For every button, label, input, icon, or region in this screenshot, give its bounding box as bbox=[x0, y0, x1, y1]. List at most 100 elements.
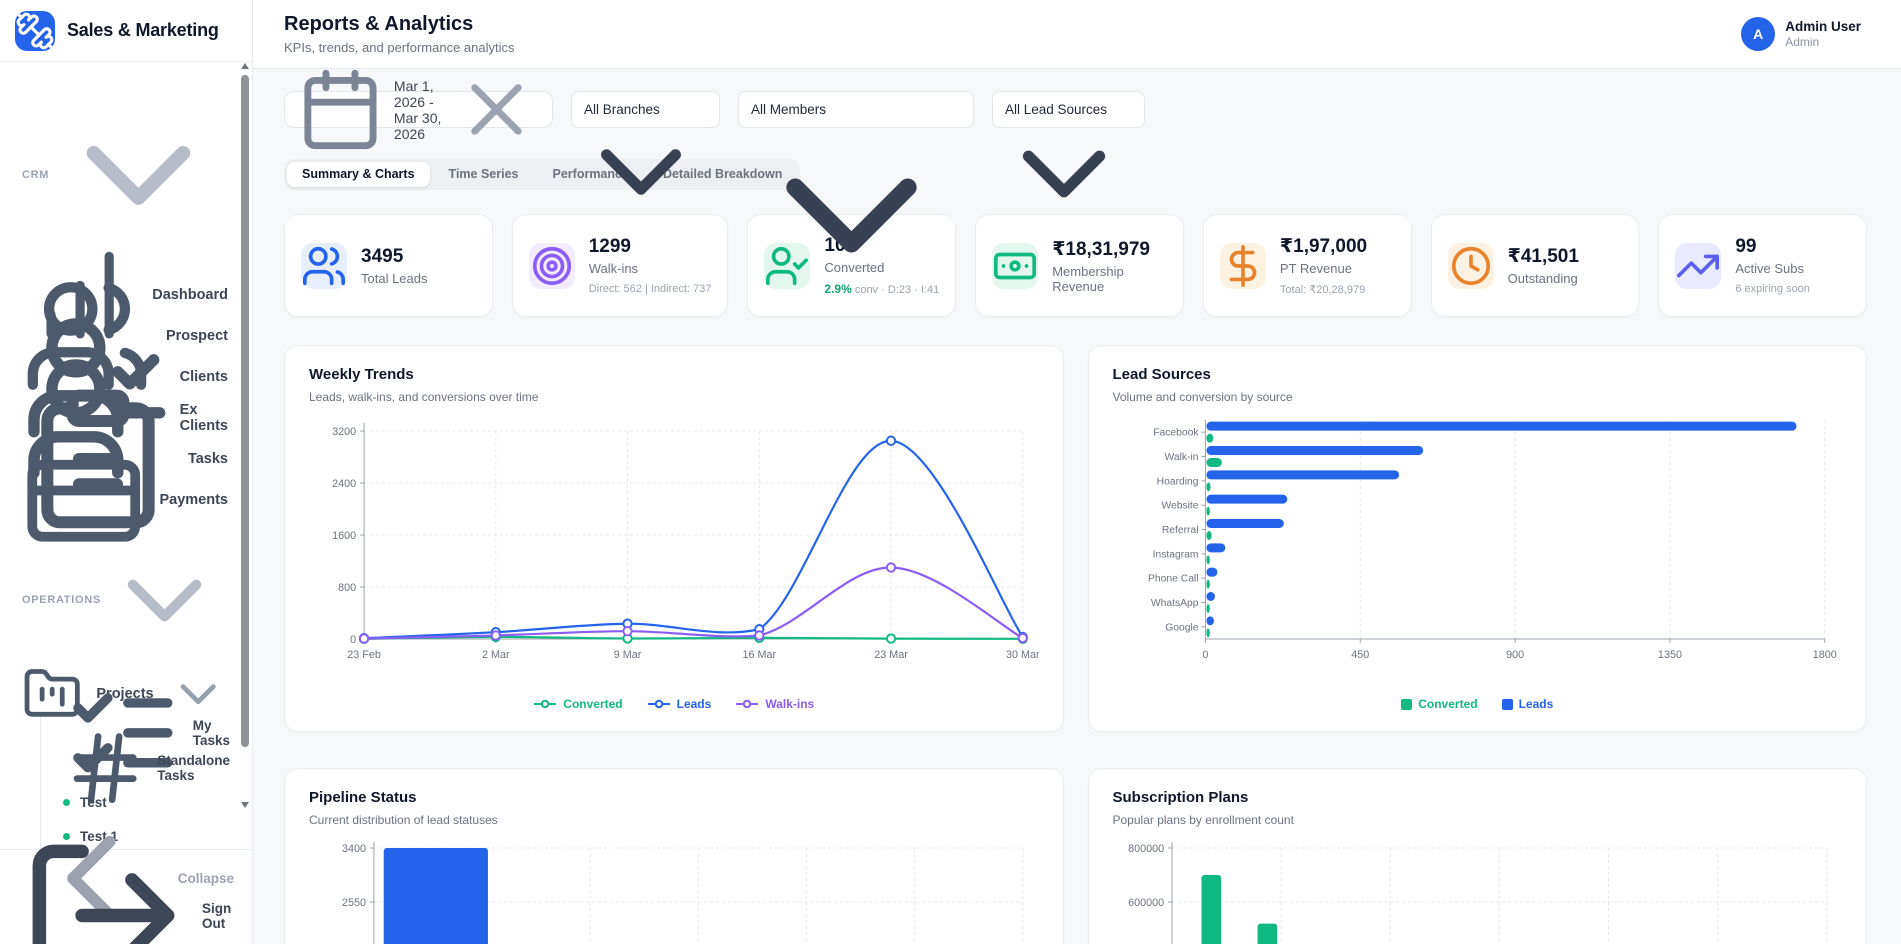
svg-text:23 Mar: 23 Mar bbox=[874, 649, 908, 661]
members-select[interactable]: All Members bbox=[739, 92, 973, 127]
sidebar-item-label: Tasks bbox=[188, 451, 228, 467]
kpi-value: 101 bbox=[824, 235, 939, 257]
svg-text:3200: 3200 bbox=[332, 426, 356, 438]
lead-sources-chart: 045090013501800FacebookWalk-inHoardingWe… bbox=[1113, 417, 1843, 689]
svg-text:Referral: Referral bbox=[1161, 525, 1198, 536]
sidebar-item-label: Prospect bbox=[166, 328, 228, 344]
svg-text:30 Mar: 30 Mar bbox=[1006, 649, 1039, 661]
users-icon bbox=[301, 243, 347, 289]
tab-time-series[interactable]: Time Series bbox=[434, 162, 534, 187]
date-range-picker[interactable]: Mar 1, 2026 - Mar 30, 2026 bbox=[284, 91, 553, 128]
svg-text:0: 0 bbox=[1202, 649, 1208, 661]
charts-row-2: Pipeline Status Current distribution of … bbox=[284, 768, 1867, 944]
svg-text:Walk-in: Walk-in bbox=[1164, 452, 1198, 463]
svg-text:9 Mar: 9 Mar bbox=[614, 649, 642, 661]
charts-row: Weekly Trends Leads, walk-ins, and conve… bbox=[284, 345, 1867, 732]
sidebar-scrollbar[interactable] bbox=[240, 63, 251, 808]
legend-item: Leads bbox=[647, 697, 712, 711]
sign-out-button[interactable]: Sign Out bbox=[14, 897, 238, 934]
kpi-membership-revenue: ₹18,31,979 Membership Revenue bbox=[975, 214, 1184, 317]
chart-title: Lead Sources bbox=[1113, 366, 1843, 383]
tab-summary-charts[interactable]: Summary & Charts bbox=[287, 162, 430, 187]
app-root: Sales & Marketing CRM Dashboard Prospect… bbox=[0, 0, 1901, 944]
svg-text:16 Mar: 16 Mar bbox=[742, 649, 776, 661]
lead-sources-select[interactable]: All Lead Sources bbox=[993, 92, 1144, 127]
lead-sources-legend: ConvertedLeads bbox=[1113, 697, 1843, 711]
kpi-walk-ins: 1299 Walk-ins Direct: 562 | Indirect: 73… bbox=[512, 214, 729, 317]
kpi-value: 1299 bbox=[589, 236, 712, 258]
sign-out-label: Sign Out bbox=[202, 901, 234, 931]
kpi-sub: 6 expiring soon bbox=[1735, 283, 1810, 295]
sidebar-item-payments[interactable]: Payments bbox=[10, 480, 240, 521]
weekly-trends-chart: 23 Feb2 Mar9 Mar16 Mar23 Mar30 Mar080016… bbox=[309, 417, 1039, 689]
kpi-sub: 2.9% conv · D:23 · I:41 bbox=[824, 282, 939, 296]
kpi-pt-revenue: ₹1,97,000 PT Revenue Total: ₹20,28,979 bbox=[1203, 214, 1412, 317]
subscription-plans-chart: 0200000400000600000800000 bbox=[1113, 840, 1843, 944]
svg-text:Google: Google bbox=[1165, 622, 1198, 633]
kpi-total-leads: 3495 Total Leads bbox=[284, 214, 493, 317]
svg-text:1350: 1350 bbox=[1657, 649, 1681, 661]
sidebar-item-label: Standalone Tasks bbox=[157, 753, 230, 783]
svg-text:Phone Call: Phone Call bbox=[1148, 574, 1198, 585]
sidebar-item-label: My Tasks bbox=[193, 718, 230, 748]
kpi-sub: Total: ₹20,28,979 bbox=[1280, 283, 1367, 296]
chart-title: Subscription Plans bbox=[1113, 789, 1843, 806]
subscription-plans-card: Subscription Plans Popular plans by enro… bbox=[1088, 768, 1868, 944]
scroll-down-arrow-icon[interactable] bbox=[241, 802, 249, 808]
chart-subtitle: Popular plans by enrollment count bbox=[1113, 813, 1843, 827]
svg-text:2400: 2400 bbox=[332, 478, 356, 490]
kpi-value: ₹18,31,979 bbox=[1052, 238, 1167, 261]
svg-text:3400: 3400 bbox=[342, 843, 366, 855]
svg-text:2 Mar: 2 Mar bbox=[482, 649, 510, 661]
page-subtitle: KPIs, trends, and performance analytics bbox=[284, 40, 515, 55]
branches-select[interactable]: All Branches bbox=[572, 92, 719, 127]
dollar-icon bbox=[1220, 243, 1266, 289]
calendar-icon bbox=[297, 69, 384, 153]
kpi-value: 3495 bbox=[361, 246, 428, 268]
svg-text:Facebook: Facebook bbox=[1153, 428, 1199, 439]
svg-text:WhatsApp: WhatsApp bbox=[1150, 598, 1198, 609]
sidebar: Sales & Marketing CRM Dashboard Prospect… bbox=[0, 0, 253, 944]
log-out-icon bbox=[18, 830, 189, 944]
kpi-active-subs: 99 Active Subs 6 expiring soon bbox=[1658, 214, 1867, 317]
kpi-label: Converted bbox=[824, 260, 939, 275]
lead-sources-card: Lead Sources Volume and conversion by so… bbox=[1088, 345, 1868, 732]
clear-date-icon[interactable] bbox=[453, 69, 540, 153]
user-info: Admin User Admin bbox=[1785, 19, 1861, 49]
svg-text:800: 800 bbox=[338, 582, 356, 594]
section-operations-label: OPERATIONS bbox=[22, 594, 101, 606]
kpi-label: Membership Revenue bbox=[1052, 264, 1167, 294]
date-range-value: Mar 1, 2026 - Mar 30, 2026 bbox=[394, 78, 443, 142]
tab-performance[interactable]: Performance bbox=[538, 162, 644, 187]
scroll-up-arrow-icon[interactable] bbox=[241, 63, 249, 69]
svg-text:0: 0 bbox=[350, 634, 356, 646]
report-tabs: Summary & Charts Time Series Performance… bbox=[284, 159, 800, 190]
user-menu[interactable]: A Admin User Admin bbox=[1741, 17, 1861, 51]
tab-detailed-breakdown[interactable]: Detailed Breakdown bbox=[648, 162, 797, 187]
kpi-value: ₹1,97,000 bbox=[1280, 235, 1367, 258]
svg-text:2550: 2550 bbox=[342, 897, 366, 909]
svg-text:Instagram: Instagram bbox=[1152, 549, 1198, 560]
main-area: Reports & Analytics KPIs, trends, and pe… bbox=[253, 0, 1901, 944]
topbar: Reports & Analytics KPIs, trends, and pe… bbox=[253, 0, 1901, 69]
legend-item: Converted bbox=[533, 697, 622, 711]
sidebar-item-label: Payments bbox=[159, 492, 228, 508]
kpi-row: 3495 Total Leads 1299 Walk-ins Direct: 5… bbox=[284, 214, 1867, 317]
filters-bar: Mar 1, 2026 - Mar 30, 2026 All Branches … bbox=[284, 91, 1867, 128]
chart-subtitle: Leads, walk-ins, and conversions over ti… bbox=[309, 390, 1039, 404]
content: Mar 1, 2026 - Mar 30, 2026 All Branches … bbox=[253, 69, 1901, 944]
svg-text:23 Feb: 23 Feb bbox=[347, 649, 381, 661]
kpi-outstanding: ₹41,501 Outstanding bbox=[1431, 214, 1640, 317]
section-crm-label: CRM bbox=[22, 169, 49, 181]
sidebar-nav: CRM Dashboard Prospect Clients Ex Client… bbox=[0, 62, 252, 849]
kpi-label: PT Revenue bbox=[1280, 261, 1367, 276]
svg-text:Website: Website bbox=[1161, 501, 1198, 512]
legend-item: Walk-ins bbox=[735, 697, 814, 711]
brand-title: Sales & Marketing bbox=[67, 20, 219, 41]
sidebar-scrollbar-thumb[interactable] bbox=[241, 75, 249, 747]
dumbbell-logo-icon bbox=[15, 11, 55, 51]
sidebar-item-label: Dashboard bbox=[152, 287, 228, 303]
svg-text:Hoarding: Hoarding bbox=[1156, 476, 1198, 487]
sidebar-subitem-standalone-tasks[interactable]: Standalone Tasks bbox=[41, 750, 240, 785]
chart-subtitle: Volume and conversion by source bbox=[1113, 390, 1843, 404]
